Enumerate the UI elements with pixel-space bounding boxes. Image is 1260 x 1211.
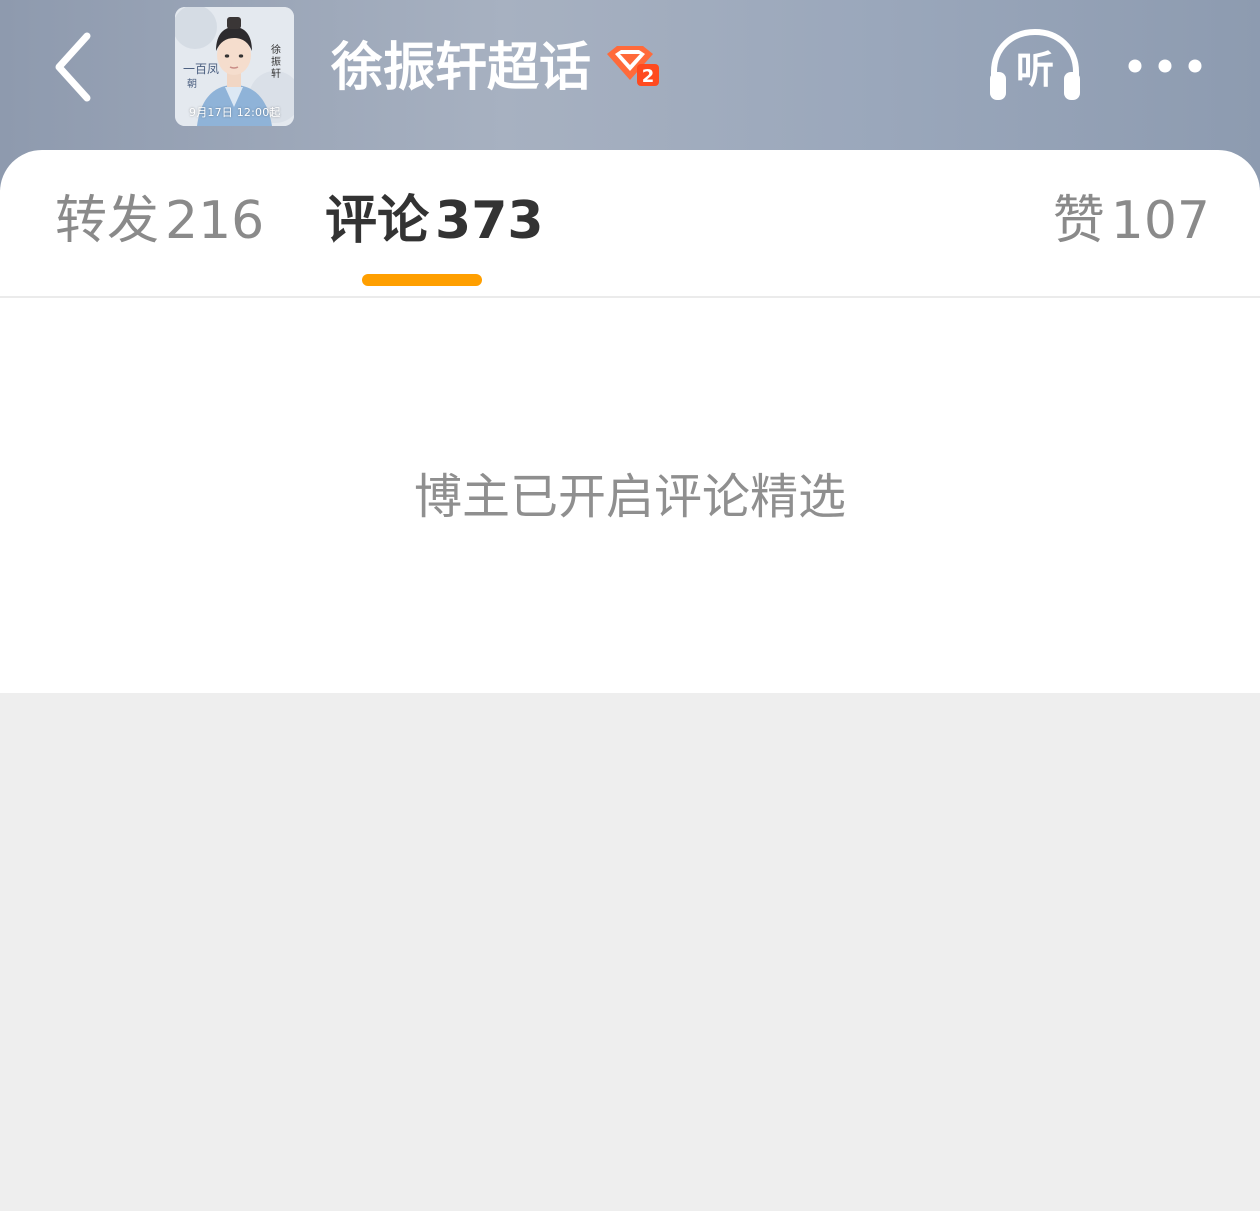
svg-text:一百凤: 一百凤 bbox=[183, 62, 219, 76]
svg-text:朝: 朝 bbox=[187, 78, 197, 90]
svg-text:振: 振 bbox=[271, 55, 281, 68]
comment-selection-notice: 博主已开启评论精选 bbox=[413, 469, 846, 525]
listen-label: 听 bbox=[1015, 48, 1054, 92]
more-dots-icon[interactable] bbox=[1120, 44, 1210, 88]
tab-likes-count: 107 bbox=[1110, 191, 1210, 251]
diamond-level-badge-icon[interactable]: 2 bbox=[603, 44, 661, 88]
tab-reposts[interactable]: 转发 216 bbox=[55, 186, 264, 256]
tab-reposts-count: 216 bbox=[165, 191, 265, 251]
tab-likes[interactable]: 赞 107 bbox=[1053, 186, 1210, 256]
svg-text:2: 2 bbox=[642, 66, 655, 87]
topic-avatar[interactable]: 一百凤 朝 徐 振 轩 9月17日 12:00起 bbox=[175, 7, 294, 126]
avatar-caption: 9月17日 12:00起 bbox=[189, 106, 281, 119]
tab-comments-count: 373 bbox=[435, 191, 544, 251]
active-tab-indicator bbox=[362, 274, 482, 286]
page-title: 徐振轩超话 bbox=[331, 38, 592, 98]
comments-panel: 转发 216 评论 373 赞 107 博主已开启评论精选 bbox=[0, 150, 1260, 693]
empty-area bbox=[0, 693, 1260, 1211]
svg-text:徐: 徐 bbox=[271, 43, 281, 56]
chevron-left-icon bbox=[55, 32, 91, 102]
tab-bar: 转发 216 评论 373 赞 107 bbox=[0, 150, 1260, 298]
listen-button[interactable]: 听 bbox=[986, 28, 1084, 102]
svg-text:轩: 轩 bbox=[271, 67, 281, 80]
tab-likes-label: 赞 bbox=[1052, 191, 1105, 251]
tab-comments[interactable]: 评论 373 bbox=[325, 186, 544, 256]
tab-comments-label: 评论 bbox=[325, 191, 430, 251]
back-button[interactable] bbox=[38, 28, 108, 106]
tab-reposts-label: 转发 bbox=[55, 191, 160, 251]
